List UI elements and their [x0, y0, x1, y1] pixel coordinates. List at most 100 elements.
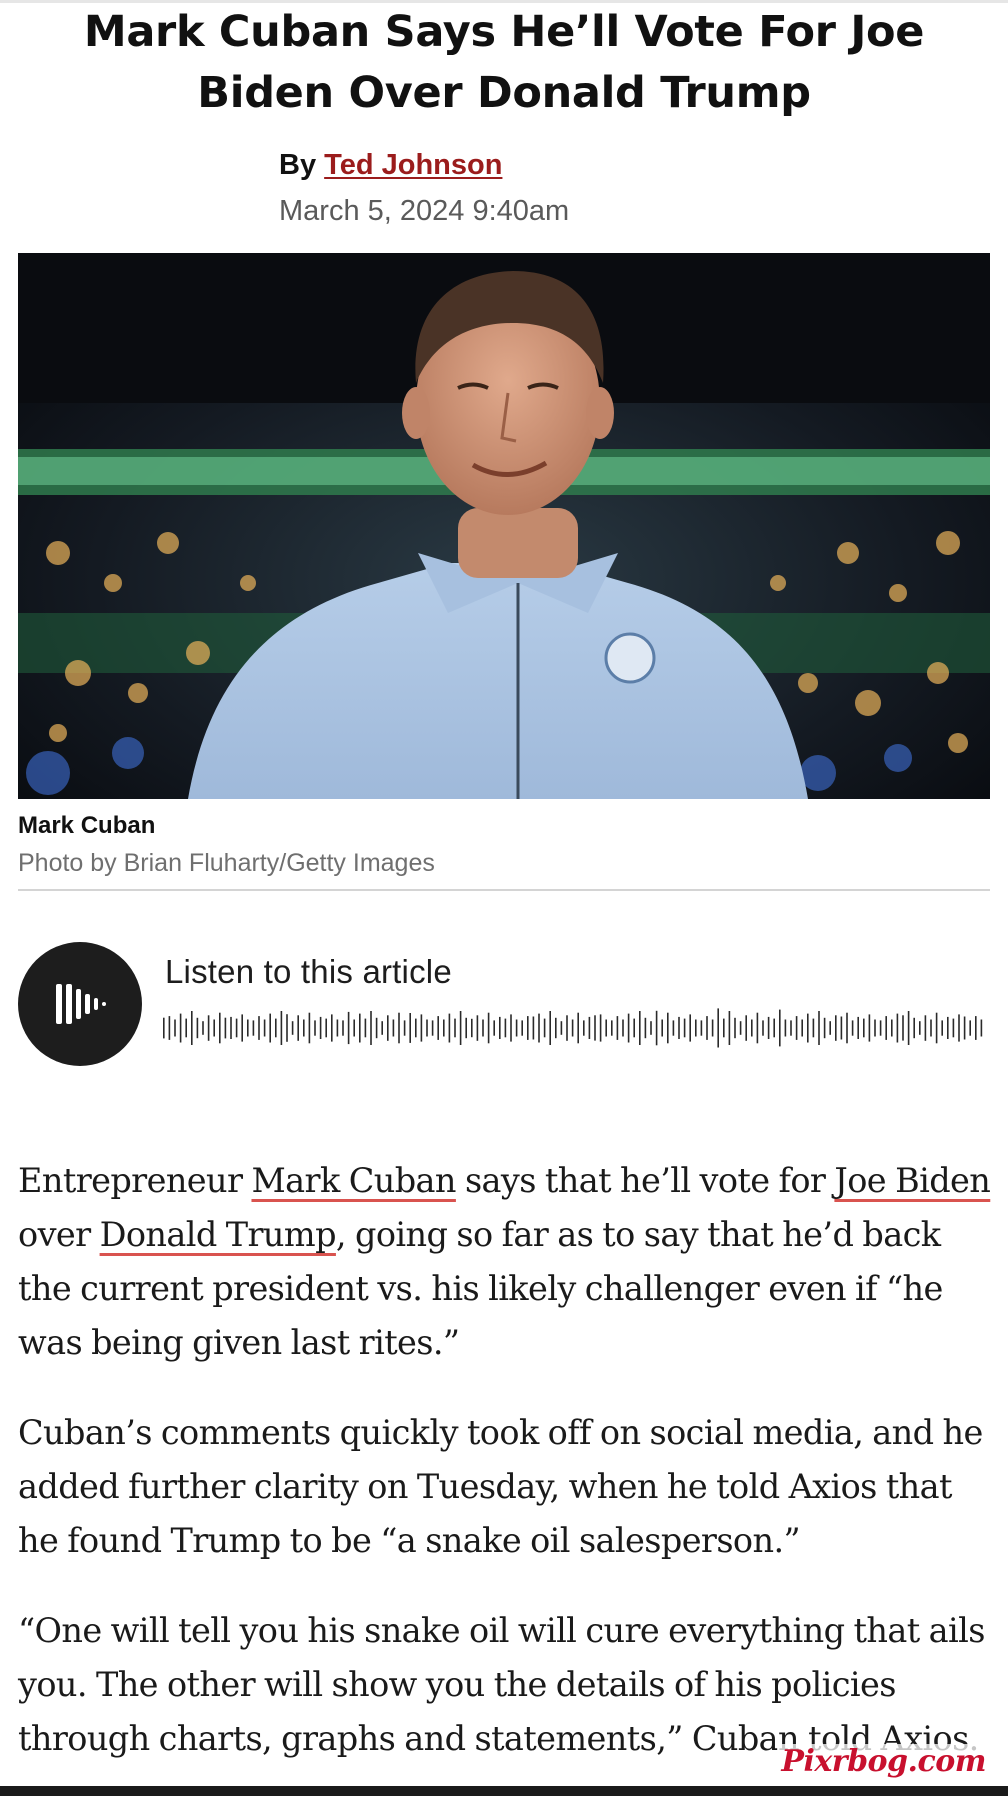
image-caption: Mark Cuban [18, 812, 156, 839]
waveform-bar [286, 1014, 288, 1042]
waveform-bar [325, 1018, 327, 1038]
waveform-bar [879, 1020, 882, 1036]
waveform-bar [812, 1018, 815, 1038]
waveform-bar [347, 1011, 350, 1045]
waveform-bar [935, 1012, 938, 1044]
waveform-bar [476, 1015, 479, 1041]
waveform-bar [471, 1018, 473, 1038]
link-mark-cuban[interactable]: Mark Cuban [251, 1161, 456, 1200]
audio-label: Listen to this article [165, 953, 452, 990]
waveform-bar [644, 1017, 647, 1039]
waveform-bar [168, 1016, 171, 1040]
waveform-bar [291, 1021, 294, 1035]
waveform-bar [431, 1020, 434, 1036]
waveform-bar [795, 1016, 798, 1040]
waveform-bar [219, 1012, 221, 1044]
link-joe-biden[interactable]: Joe Biden [834, 1161, 990, 1200]
waveform-bar [527, 1016, 529, 1040]
waveform-bar [975, 1016, 977, 1040]
audio-waveform-scrubber[interactable] [163, 1004, 989, 1052]
waveform-bar [650, 1021, 652, 1035]
waveform-bar [868, 1014, 871, 1042]
author-link[interactable]: Ted Johnson [324, 149, 502, 181]
waveform-bar [958, 1014, 960, 1042]
waveform-bar [678, 1016, 680, 1039]
waveform-bar [840, 1016, 843, 1040]
waveform-bar [179, 1013, 182, 1043]
caption-divider [18, 889, 990, 891]
waveform-bar [538, 1013, 540, 1043]
waveform-bar [465, 1017, 467, 1039]
waveform-bar [790, 1020, 792, 1036]
waveform-bar [739, 1021, 742, 1035]
waveform-bar [863, 1018, 865, 1038]
waveform-bar [566, 1015, 568, 1041]
waveform-bar [745, 1015, 747, 1041]
waveform-bar [655, 1010, 658, 1046]
waveform-bar [202, 1021, 204, 1035]
waveform-bar [543, 1018, 546, 1038]
waveform-bar [448, 1013, 451, 1043]
article-headline: Mark Cuban Says He’ll Vote For Joe Biden… [83, 7, 925, 118]
waveform-bar [717, 1008, 719, 1048]
waveform-bar [762, 1020, 764, 1036]
waveform-bar [297, 1015, 299, 1041]
waveform-bar [756, 1012, 759, 1044]
waveform-bar [594, 1015, 596, 1041]
waveform-bar [616, 1016, 619, 1040]
waveform-bar [980, 1019, 983, 1037]
waveform-bar [319, 1016, 322, 1039]
waveform-bar [420, 1014, 423, 1042]
waveform-bar [941, 1020, 943, 1036]
hero-photo-illustration [18, 253, 990, 799]
waveform-bar [213, 1019, 215, 1037]
waveform-bar [521, 1020, 523, 1036]
waveform-bar [919, 1021, 921, 1035]
waveform-bar [235, 1018, 238, 1038]
waveform-bar [493, 1020, 495, 1036]
p1-text-2: says that he’ll vote for [455, 1161, 835, 1200]
waveform-bar [555, 1017, 557, 1039]
waveform-bar [605, 1019, 607, 1037]
waveform-bar [437, 1016, 439, 1040]
waveform-bar [398, 1012, 400, 1044]
p1-text-1: Entrepreneur [18, 1161, 252, 1200]
waveform-bar [443, 1019, 445, 1037]
waveform-bar [499, 1016, 501, 1039]
waveform-bar [846, 1012, 848, 1044]
waveform-bar [851, 1020, 854, 1036]
waveform-bar [482, 1019, 484, 1037]
waveform-bar [353, 1019, 355, 1037]
waveform-bar [829, 1021, 831, 1035]
waveform-bar [392, 1019, 395, 1037]
waveform-bar [487, 1012, 490, 1044]
waveform-bar [823, 1017, 826, 1039]
waveform-bar [207, 1015, 210, 1041]
p1-text-3: over [18, 1215, 100, 1254]
waveform-bar [633, 1018, 635, 1038]
waveform-bar [241, 1014, 243, 1042]
waveform-bar [577, 1012, 579, 1044]
waveform-bar [342, 1020, 344, 1036]
waveform-bar [924, 1015, 927, 1041]
byline: By Ted Johnson [279, 145, 502, 185]
waveform-bar [857, 1016, 859, 1039]
audio-play-button[interactable] [18, 942, 142, 1066]
waveform-bar [532, 1016, 535, 1040]
waveform-bar [784, 1019, 787, 1037]
waveform-bar [303, 1019, 305, 1037]
waveform-bar [874, 1019, 876, 1037]
audio-waveform-icon [56, 984, 106, 1024]
link-donald-trump[interactable]: Donald Trump [100, 1215, 337, 1254]
waveform-bar [689, 1014, 691, 1042]
waveform-bar [891, 1019, 893, 1037]
waveform-bar [907, 1011, 910, 1045]
image-credit: Photo by Brian Fluharty/Getty Images [18, 849, 435, 877]
waveform-bar [409, 1013, 411, 1043]
waveform-bar [258, 1016, 260, 1040]
waveform-bar [230, 1016, 232, 1039]
waveform-bar [269, 1013, 271, 1043]
waveform-bar [515, 1019, 518, 1037]
waveform-bar [275, 1018, 277, 1038]
waveform-bar [639, 1011, 641, 1045]
